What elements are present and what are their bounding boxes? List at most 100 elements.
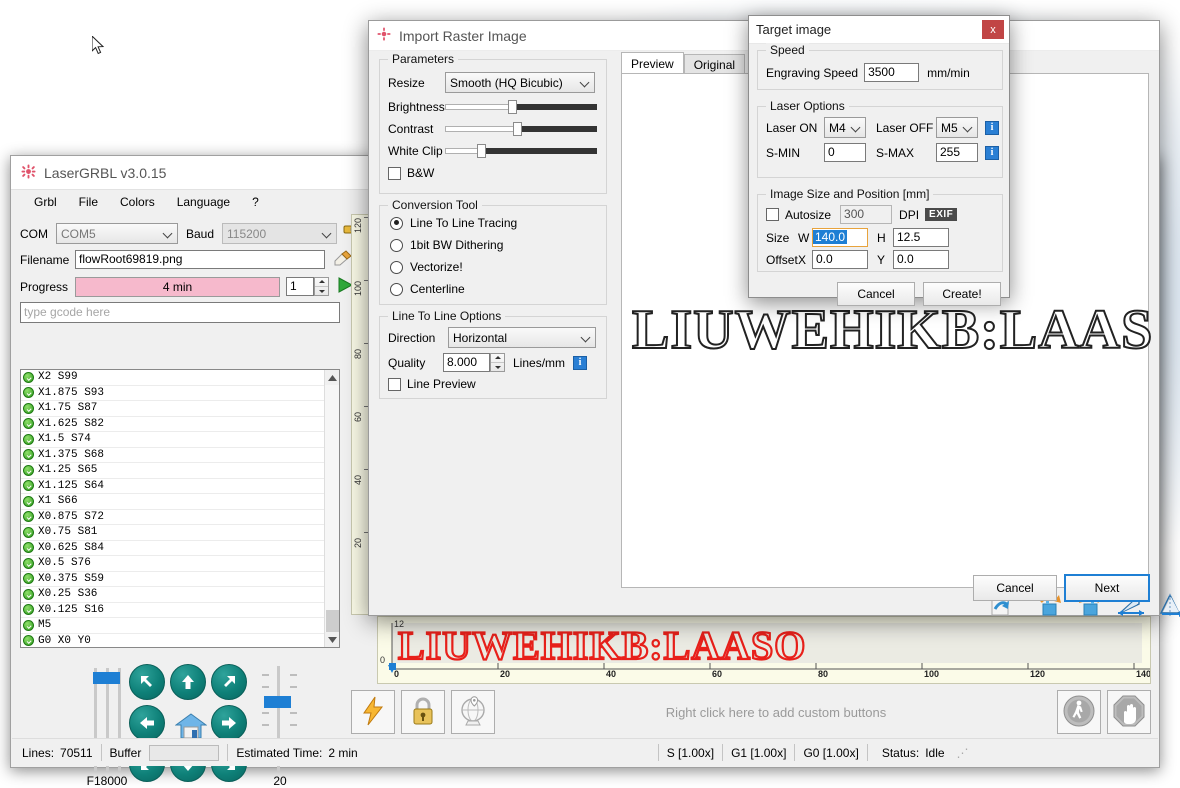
gcode-row[interactable]: X1.25 S65 xyxy=(21,463,339,479)
mirror-vertical-icon[interactable] xyxy=(1159,593,1180,620)
jog-left-button[interactable] xyxy=(129,705,165,741)
jog-up-button[interactable] xyxy=(170,664,206,700)
com-port-select[interactable]: COM5 xyxy=(56,223,178,244)
white-clip-slider-thumb[interactable] xyxy=(477,144,486,158)
quality-field[interactable]: 8.000 xyxy=(443,353,490,372)
gcode-row[interactable]: X1.5 S74 xyxy=(21,432,339,448)
menu-item-file[interactable]: File xyxy=(68,193,109,211)
jog-right-button[interactable] xyxy=(211,705,247,741)
stepper-up-icon[interactable] xyxy=(315,278,328,287)
smin-field[interactable]: 0 xyxy=(824,143,866,162)
target-titlebar: Target image x xyxy=(749,16,1009,44)
menu-item-language[interactable]: Language xyxy=(166,193,241,211)
tab-preview[interactable]: Preview xyxy=(621,52,684,74)
radio-centerline[interactable] xyxy=(390,282,403,296)
gcode-row[interactable]: X0.875 S72 xyxy=(21,510,339,525)
eraser-icon[interactable] xyxy=(333,250,353,269)
stepper-up-icon[interactable] xyxy=(491,354,504,363)
contrast-slider[interactable] xyxy=(445,122,597,136)
gcode-row[interactable]: M5 xyxy=(21,618,339,634)
bw-checkbox[interactable] xyxy=(388,166,401,180)
custom-button-globe[interactable] xyxy=(451,690,495,734)
target-cancel-button[interactable]: Cancel xyxy=(837,282,915,306)
quality-stepper[interactable] xyxy=(490,353,505,372)
gcode-row[interactable]: X2 S99 xyxy=(21,370,339,386)
resize-select[interactable]: Smooth (HQ Bicubic) xyxy=(445,72,595,93)
feed-slider-thumb[interactable] xyxy=(93,672,120,684)
custom-buttons-bar[interactable]: Right click here to add custom buttons xyxy=(351,688,1151,736)
import-cancel-button[interactable]: Cancel xyxy=(973,575,1057,601)
progress-bar: 4 min xyxy=(75,276,280,297)
radio-1bit-bw-dithering[interactable] xyxy=(390,238,403,252)
stepper-down-icon[interactable] xyxy=(315,287,328,295)
conversion-tool-legend: Conversion Tool xyxy=(388,198,482,212)
import-next-button[interactable]: Next xyxy=(1064,574,1150,602)
target-create-button[interactable]: Create! xyxy=(923,282,1001,306)
gcode-row[interactable]: G0 X0 Y0 xyxy=(21,634,339,648)
info-icon[interactable]: i xyxy=(985,145,999,160)
gcode-row[interactable]: X1.375 S68 xyxy=(21,448,339,463)
gcode-row[interactable]: X0.375 S59 xyxy=(21,572,339,587)
jog-up-left-button[interactable] xyxy=(129,664,165,700)
direction-select[interactable]: Horizontal xyxy=(448,327,596,348)
jog-up-right-button[interactable] xyxy=(211,664,247,700)
dpi-field[interactable]: 300 xyxy=(840,205,893,224)
gcode-scrollbar[interactable] xyxy=(324,370,339,647)
height-field[interactable]: 12.5 xyxy=(893,228,949,247)
menu-item-colors[interactable]: Colors xyxy=(109,193,166,211)
gcode-row[interactable]: X1.625 S82 xyxy=(21,417,339,432)
stepper-down-icon[interactable] xyxy=(491,363,504,371)
target-action-buttons: Cancel Create! xyxy=(837,282,1001,306)
resume-button[interactable] xyxy=(1057,690,1101,734)
menu-item-help[interactable]: ? xyxy=(241,193,270,211)
custom-button-lightning[interactable] xyxy=(351,690,395,734)
gcode-row[interactable]: X0.25 S36 xyxy=(21,587,339,603)
brightness-slider-thumb[interactable] xyxy=(508,100,517,114)
close-icon[interactable]: x xyxy=(982,20,1004,39)
status-ok-icon xyxy=(23,635,34,647)
gcode-row[interactable]: X0.5 S76 xyxy=(21,556,339,572)
menu-item-grbl[interactable]: Grbl xyxy=(23,193,68,211)
repeat-count-stepper[interactable] xyxy=(314,277,329,296)
filename-field[interactable]: flowRoot69819.png xyxy=(75,250,325,269)
scrollbar-thumb[interactable] xyxy=(326,610,339,632)
radio-vectorize[interactable] xyxy=(390,260,403,274)
engraving-speed-field[interactable]: 3500 xyxy=(864,63,920,82)
brightness-slider[interactable] xyxy=(445,100,597,114)
repeat-count-field[interactable]: 1 xyxy=(286,277,314,296)
smax-field[interactable]: 255 xyxy=(936,143,978,162)
custom-button-lock[interactable] xyxy=(401,690,445,734)
info-icon[interactable]: i xyxy=(985,120,999,135)
step-slider-thumb[interactable] xyxy=(264,696,291,708)
gcode-row[interactable]: X1.75 S87 xyxy=(21,401,339,417)
offset-x-field[interactable]: 0.0 xyxy=(812,250,868,269)
laser-on-select[interactable]: M4 xyxy=(824,117,866,138)
gcode-row[interactable]: X0.125 S16 xyxy=(21,603,339,618)
gcode-row[interactable]: X1 S66 xyxy=(21,494,339,510)
gcode-row[interactable]: X0.75 S81 xyxy=(21,525,339,541)
gcode-row[interactable]: X1.875 S93 xyxy=(21,386,339,401)
info-icon[interactable]: i xyxy=(573,355,588,370)
buffer-bar xyxy=(149,744,220,761)
laser-off-select[interactable]: M5 xyxy=(936,117,978,138)
white-clip-slider[interactable] xyxy=(445,144,597,158)
offset-y-field[interactable]: 0.0 xyxy=(893,250,949,269)
gcode-row[interactable]: X1.125 S64 xyxy=(21,479,339,494)
radio-line-to-line-tracing[interactable] xyxy=(390,216,403,230)
gcode-row[interactable]: X0.625 S84 xyxy=(21,541,339,556)
tab-original[interactable]: Original xyxy=(683,54,746,74)
width-field[interactable]: 140.0 xyxy=(812,228,868,247)
stop-button[interactable] xyxy=(1107,690,1151,734)
gcode-list[interactable]: X2 S99 X1.875 S93 X1.75 S87 X1.625 S82 X1.5 … xyxy=(20,369,340,648)
scroll-down-icon[interactable] xyxy=(325,632,339,647)
contrast-slider-thumb[interactable] xyxy=(513,122,522,136)
resize-grip-icon[interactable]: ⋰ xyxy=(957,746,969,760)
line-preview-checkbox[interactable] xyxy=(388,377,401,391)
autosize-checkbox[interactable] xyxy=(766,208,779,221)
conversion-option-2-label: Vectorize! xyxy=(410,260,463,274)
baud-select[interactable]: 115200 xyxy=(222,223,337,244)
scroll-up-icon[interactable] xyxy=(325,370,339,385)
gcode-input[interactable]: type gcode here xyxy=(20,302,340,323)
exif-button[interactable]: EXIF xyxy=(925,208,958,221)
gcode-preview[interactable]: LIUWEHIKB:LAASO 0 20 40 60 80 100 120 140 0 12 xyxy=(377,616,1151,684)
